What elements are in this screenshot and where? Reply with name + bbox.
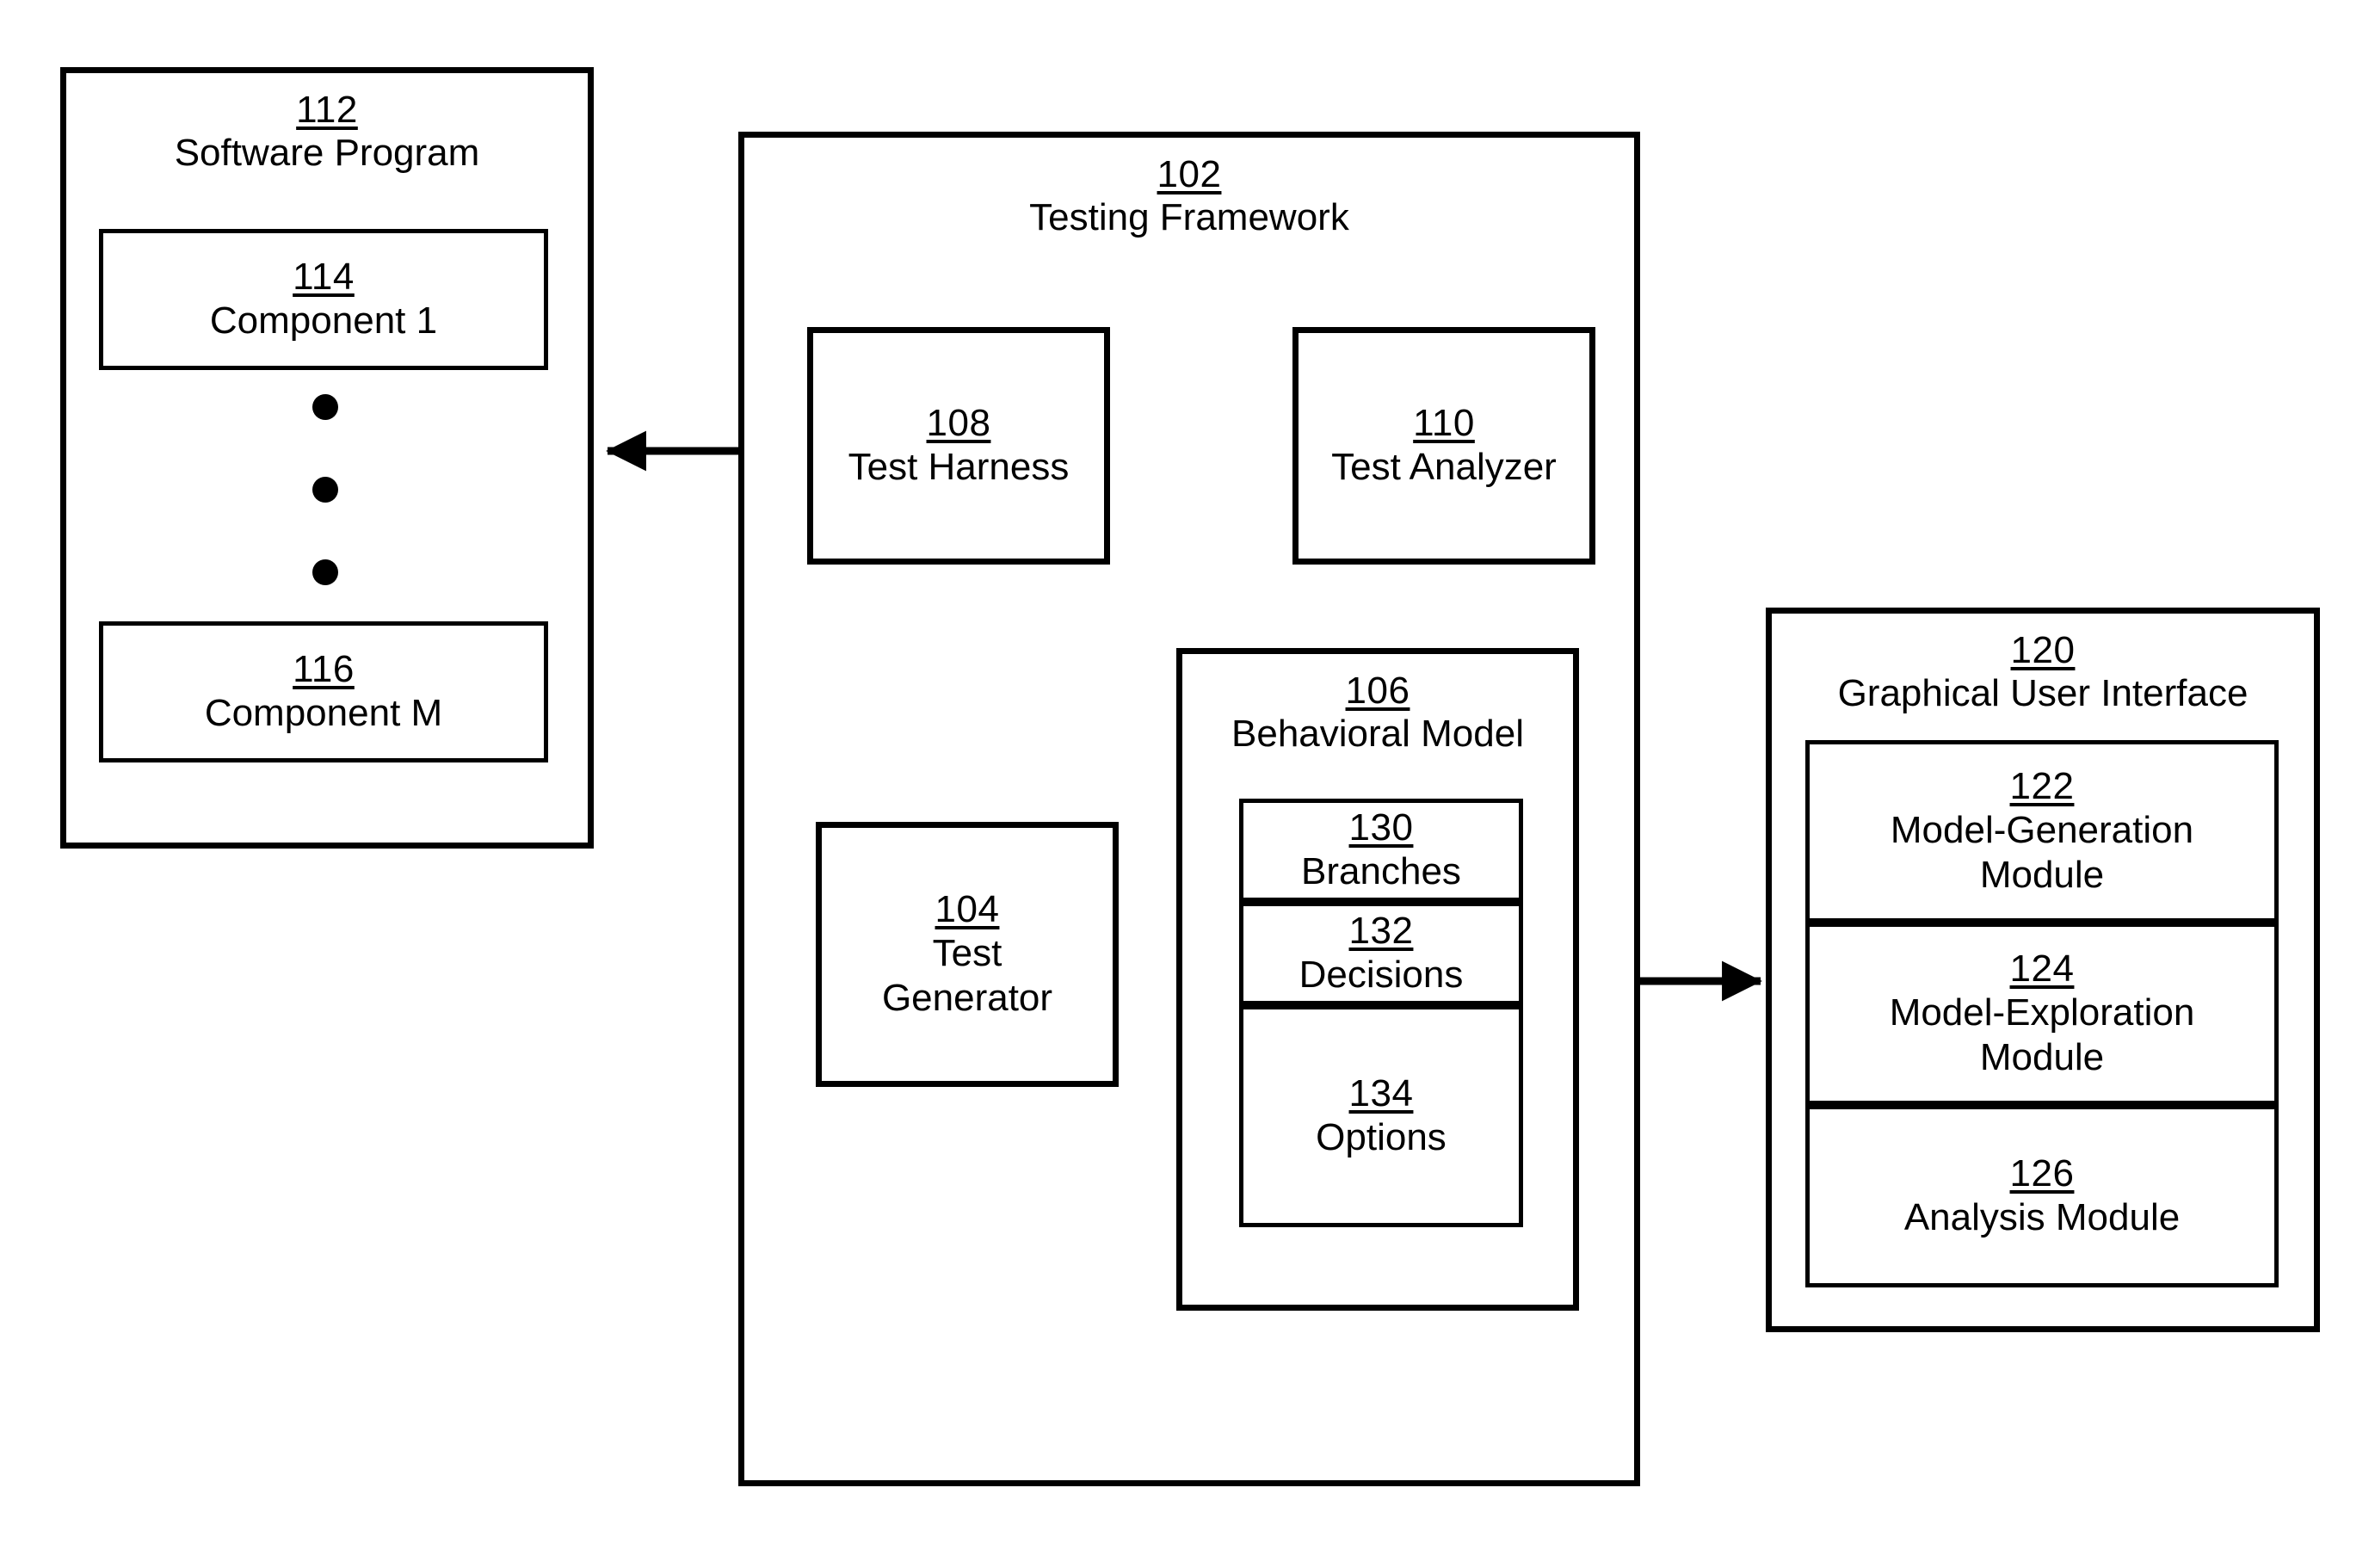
- block-test-generator-text: 104 Test Generator: [882, 888, 1052, 1020]
- block-component-m-text: 116 Component M: [205, 648, 442, 735]
- block-software-program-label: Software Program: [174, 132, 480, 175]
- ellipsis-dot: [312, 477, 338, 503]
- block-test-harness: 108 Test Harness: [807, 327, 1116, 571]
- block-test-analyzer: 110 Test Analyzer: [1292, 327, 1601, 571]
- block-decisions: 132 Decisions: [1239, 902, 1523, 1005]
- block-test-generator-ref: 104: [935, 888, 1000, 931]
- block-component-1-text: 114 Component 1: [210, 256, 437, 343]
- block-test-generator-label: Test Generator: [881, 931, 1053, 1019]
- figure-canvas: 112 Software Program 114 Component 1 116…: [0, 0, 2375, 1568]
- ellipsis-dot: [312, 394, 338, 420]
- ellipsis-dot: [312, 559, 338, 585]
- block-decisions-label: Decisions: [1299, 953, 1464, 996]
- block-test-analyzer-label: Test Analyzer: [1331, 445, 1557, 488]
- block-component-m-ref: 116: [293, 648, 355, 691]
- block-model-exploration-text: 124 Model-Exploration Module: [1890, 948, 2195, 1079]
- block-test-harness-ref: 108: [926, 402, 991, 445]
- block-component-m: 116 Component M: [99, 621, 548, 762]
- block-model-generation-text: 122 Model-Generation Module: [1891, 765, 2193, 897]
- block-component-1-ref: 114: [293, 256, 355, 299]
- block-model-exploration-module: 124 Model-Exploration Module: [1805, 923, 2279, 1105]
- block-options-label: Options: [1316, 1115, 1447, 1158]
- block-branches-label: Branches: [1301, 849, 1461, 892]
- block-model-generation-label: Model-Generation Module: [1890, 808, 2194, 896]
- block-software-program-ref: 112: [296, 89, 358, 131]
- block-component-1-label: Component 1: [209, 299, 438, 342]
- block-software-program-text: 112 Software Program: [175, 73, 480, 176]
- block-behavioral-model-label: Behavioral Model: [1231, 713, 1524, 756]
- block-branches-text: 130 Branches: [1301, 806, 1461, 893]
- block-testing-framework-ref: 102: [1157, 153, 1222, 195]
- vertical-ellipsis: [312, 394, 338, 585]
- block-analysis-module-label: Analysis Module: [1903, 1195, 2181, 1238]
- block-analysis-module-ref: 126: [2009, 1152, 2075, 1195]
- block-test-generator: 104 Test Generator: [816, 822, 1125, 1093]
- block-branches-ref: 130: [1348, 806, 1414, 849]
- block-test-analyzer-text: 110 Test Analyzer: [1331, 402, 1557, 489]
- block-test-analyzer-ref: 110: [1413, 402, 1475, 445]
- block-options-text: 134 Options: [1316, 1072, 1447, 1159]
- block-component-m-label: Component M: [204, 691, 443, 734]
- block-branches: 130 Branches: [1239, 799, 1523, 902]
- block-model-generation-ref: 122: [2009, 765, 2075, 808]
- block-component-1: 114 Component 1: [99, 229, 548, 370]
- block-gui-ref: 120: [2010, 629, 2076, 671]
- block-behavioral-model-ref: 106: [1345, 670, 1410, 712]
- block-testing-framework-text: 102 Testing Framework: [1029, 138, 1349, 240]
- block-behavioral-model-text: 106 Behavioral Model: [1231, 654, 1524, 756]
- block-decisions-text: 132 Decisions: [1299, 910, 1464, 997]
- block-test-harness-label: Test Harness: [848, 445, 1070, 488]
- block-decisions-ref: 132: [1348, 910, 1414, 953]
- block-analysis-text: 126 Analysis Module: [1904, 1152, 2180, 1239]
- block-gui-label: Graphical User Interface: [1837, 672, 2249, 715]
- block-options-ref: 134: [1348, 1072, 1414, 1115]
- block-testing-framework-label: Testing Framework: [1029, 196, 1349, 239]
- block-gui-text: 120 Graphical User Interface: [1838, 614, 2249, 716]
- block-test-harness-text: 108 Test Harness: [848, 402, 1070, 489]
- block-options: 134 Options: [1239, 1005, 1523, 1227]
- block-model-exploration-ref: 124: [2009, 948, 2075, 991]
- block-analysis-module: 126 Analysis Module: [1805, 1105, 2279, 1287]
- block-model-exploration-label: Model-Exploration Module: [1889, 991, 2195, 1078]
- block-model-generation-module: 122 Model-Generation Module: [1805, 740, 2279, 923]
